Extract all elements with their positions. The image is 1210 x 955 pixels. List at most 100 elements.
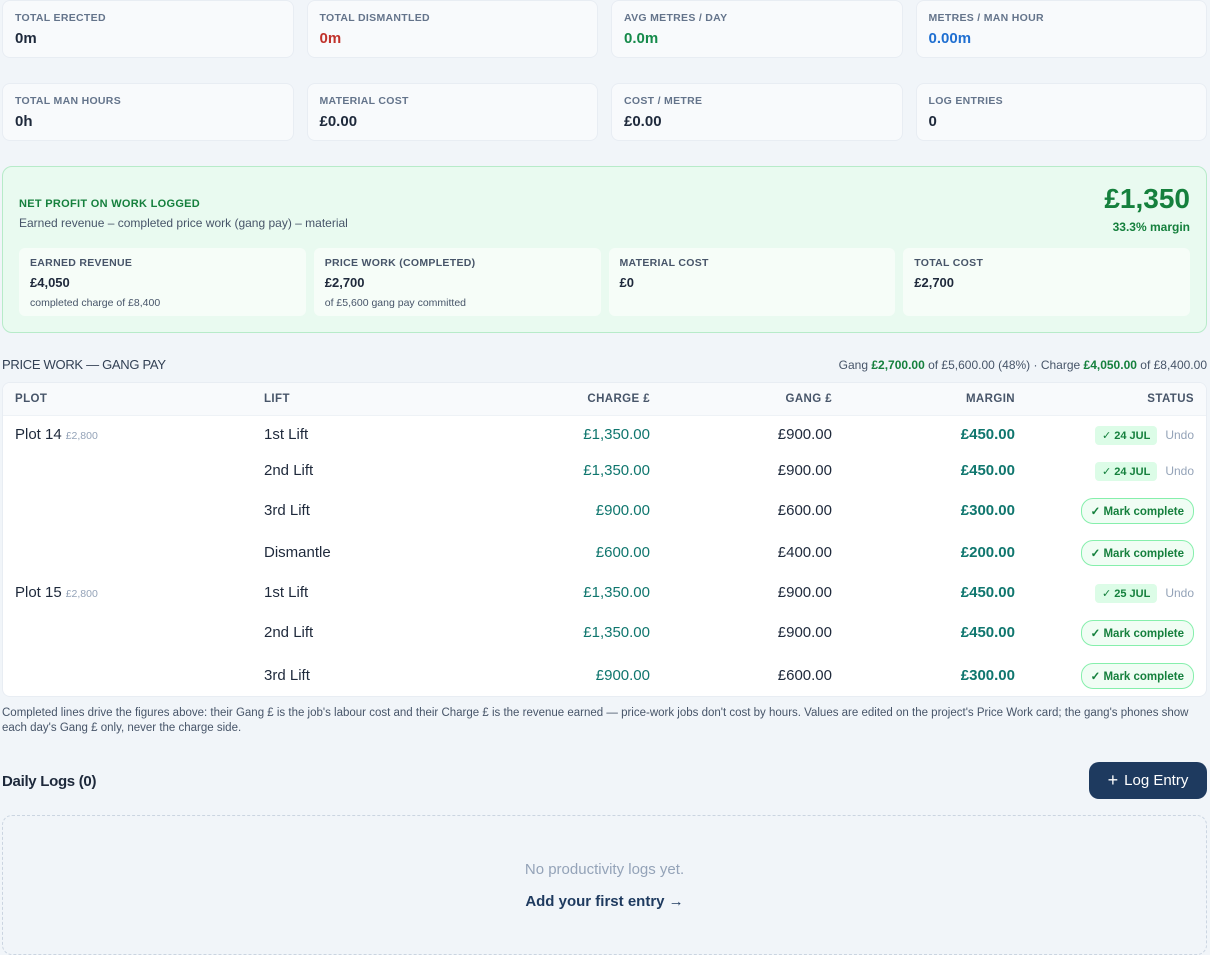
add-first-entry-link[interactable]: Add your first entry →	[3, 893, 1206, 910]
log-entry-button[interactable]: + Log Entry	[1089, 762, 1207, 799]
row-plot: Plot 15 £2,800	[15, 584, 98, 601]
summary-gang-value: £2,700.00	[871, 358, 925, 372]
plot-name: Plot 15	[15, 584, 62, 601]
box-value: £2,700	[914, 275, 955, 290]
material-cost-box: MATERIAL COST £0	[608, 248, 896, 316]
stat-value: £0.00	[624, 113, 662, 130]
col-charge: CHARGE £	[587, 393, 650, 405]
total-cost-box: TOTAL COST £2,700	[903, 248, 1190, 316]
summary-charge-value: £4,050.00	[1083, 358, 1137, 372]
row-lift: 2nd Lift	[264, 624, 314, 641]
plot-value: £2,800	[65, 430, 98, 442]
stat-card-material-cost: MATERIAL COST £0.00	[306, 83, 598, 141]
undo-link[interactable]: Undo	[1165, 586, 1194, 600]
table-row: 3rd Lift £900.00 £600.00 £300.00 ✓ Mark comp…	[3, 662, 1206, 692]
table-row: 2nd Lift £1,350.00 £900.00 £450.00 ✓ Mark co…	[3, 619, 1206, 649]
price-work-summary: Gang £2,700.00 of £5,600.00 (48%) · Char…	[839, 358, 1207, 372]
row-status: ✓ Mark complete	[1080, 620, 1194, 646]
summary-charge-suffix: of £8,400.00	[1140, 358, 1207, 372]
col-gang: GANG £	[785, 393, 832, 405]
earned-revenue-box: EARNED REVENUE £4,050 completed charge o…	[19, 248, 306, 316]
row-margin: £450.00	[960, 624, 1015, 641]
price-work-header: PRICE WORK — GANG PAY Gang £2,700.00 of …	[2, 357, 1207, 375]
net-profit-title: NET PROFIT ON WORK LOGGED	[19, 198, 201, 210]
stat-value: 0m	[319, 30, 342, 47]
row-lift: 3rd Lift	[264, 502, 310, 519]
row-gang: £600.00	[777, 667, 832, 684]
stat-label: MATERIAL COST	[319, 95, 409, 107]
stat-label: LOG ENTRIES	[928, 95, 1003, 107]
row-margin: £450.00	[960, 426, 1015, 443]
undo-link[interactable]: Undo	[1165, 428, 1194, 442]
plot-value: £2,800	[65, 588, 98, 600]
stat-card-total-man-hours: TOTAL MAN HOURS 0h	[2, 83, 294, 141]
summary-gang-suffix: of £5,600.00 (48%) · Charge	[928, 358, 1081, 372]
col-plot: PLOT	[15, 393, 48, 405]
mark-complete-button[interactable]: ✓ Mark complete	[1080, 498, 1194, 524]
stat-value: £0.00	[319, 113, 358, 130]
row-lift: 3rd Lift	[264, 667, 310, 684]
stat-card-total-dismantled: TOTAL DISMANTLED 0m	[306, 0, 598, 58]
stat-card-avg-metres-day: AVG METRES / DAY 0.0m	[611, 0, 903, 58]
summary-gang-prefix: Gang	[838, 358, 869, 372]
row-margin: £300.00	[960, 667, 1015, 684]
row-status: ✓ 25 JUL Undo	[1094, 582, 1194, 604]
box-value: £0	[619, 275, 634, 290]
row-charge: £600.00	[595, 544, 650, 561]
box-label: EARNED REVENUE	[30, 257, 133, 269]
table-row: Plot 15 £2,800 1st Lift £1,350.00 £900.00 £45…	[3, 579, 1206, 609]
stat-value: 0m	[15, 30, 37, 47]
price-work-title: PRICE WORK — GANG PAY	[2, 357, 166, 372]
row-gang: £600.00	[777, 502, 832, 519]
profit-breakdown: EARNED REVENUE £4,050 completed charge o…	[19, 248, 1190, 316]
price-work-note: Completed lines drive the figures above:…	[2, 707, 1189, 734]
stat-label: METRES / MAN HOUR	[928, 12, 1044, 24]
box-label: PRICE WORK (COMPLETED)	[324, 257, 476, 269]
stat-label: TOTAL ERECTED	[15, 12, 106, 24]
row-margin: £450.00	[960, 584, 1015, 601]
stat-card-metres-man-hour: METRES / MAN HOUR 0.00m	[915, 0, 1207, 58]
row-charge: £900.00	[595, 667, 650, 684]
row-gang: £900.00	[777, 624, 832, 641]
plot-name: Plot 14	[15, 426, 62, 443]
net-profit-margin: 33.3% margin	[1112, 220, 1190, 234]
table-row: Dismantle £600.00 £400.00 £200.00 ✓ Mark com…	[3, 539, 1206, 569]
table-header: PLOT LIFT CHARGE £ GANG £ MARGIN STATUS	[3, 383, 1206, 416]
stat-card-total-erected: TOTAL ERECTED 0m	[2, 0, 294, 58]
stats-row-production: TOTAL ERECTED 0m TOTAL DISMANTLED 0m AVG…	[2, 0, 1207, 58]
box-label: MATERIAL COST	[619, 257, 709, 269]
completed-badge: ✓ 24 JUL	[1094, 461, 1158, 481]
box-sub: of £5,600 gang pay committed	[324, 297, 467, 309]
price-work-table: PLOT LIFT CHARGE £ GANG £ MARGIN STATUS …	[2, 382, 1207, 697]
box-label: TOTAL COST	[914, 257, 984, 269]
daily-logs-title: Daily Logs (0)	[2, 773, 97, 790]
row-status: ✓ 24 JUL Undo	[1094, 424, 1194, 446]
log-entry-label: Log Entry	[1124, 772, 1189, 789]
daily-logs-empty-state: No productivity logs yet. Add your first…	[2, 815, 1207, 955]
row-status: ✓ 24 JUL Undo	[1094, 460, 1194, 482]
row-lift: 2nd Lift	[264, 462, 314, 479]
completed-badge: ✓ 25 JUL	[1094, 583, 1158, 603]
stat-card-cost-metre: COST / METRE £0.00	[611, 83, 903, 141]
col-lift: LIFT	[264, 393, 290, 405]
box-sub: completed charge of £8,400	[30, 297, 161, 309]
net-profit-panel: NET PROFIT ON WORK LOGGED Earned revenue…	[2, 166, 1207, 333]
col-margin: MARGIN	[965, 393, 1015, 405]
row-margin: £200.00	[960, 544, 1015, 561]
stat-label: TOTAL DISMANTLED	[319, 12, 430, 24]
stat-value: 0.00m	[928, 30, 972, 47]
mark-complete-button[interactable]: ✓ Mark complete	[1080, 540, 1194, 566]
completed-badge: ✓ 24 JUL	[1094, 425, 1158, 445]
net-profit-subtitle: Earned revenue – completed price work (g…	[19, 216, 348, 230]
row-gang: £900.00	[777, 426, 832, 443]
mark-complete-button[interactable]: ✓ Mark complete	[1080, 620, 1194, 646]
table-row: 3rd Lift £900.00 £600.00 £300.00 ✓ Mark comp…	[3, 497, 1206, 527]
row-charge: £1,350.00	[583, 624, 650, 641]
stats-row-costs: TOTAL MAN HOURS 0h MATERIAL COST £0.00 C…	[2, 83, 1207, 141]
stat-card-log-entries: LOG ENTRIES 0	[915, 83, 1207, 141]
row-status: ✓ Mark complete	[1080, 498, 1194, 524]
mark-complete-button[interactable]: ✓ Mark complete	[1080, 663, 1194, 689]
row-lift: 1st Lift	[264, 426, 309, 443]
row-gang: £400.00	[777, 544, 832, 561]
undo-link[interactable]: Undo	[1165, 464, 1194, 478]
